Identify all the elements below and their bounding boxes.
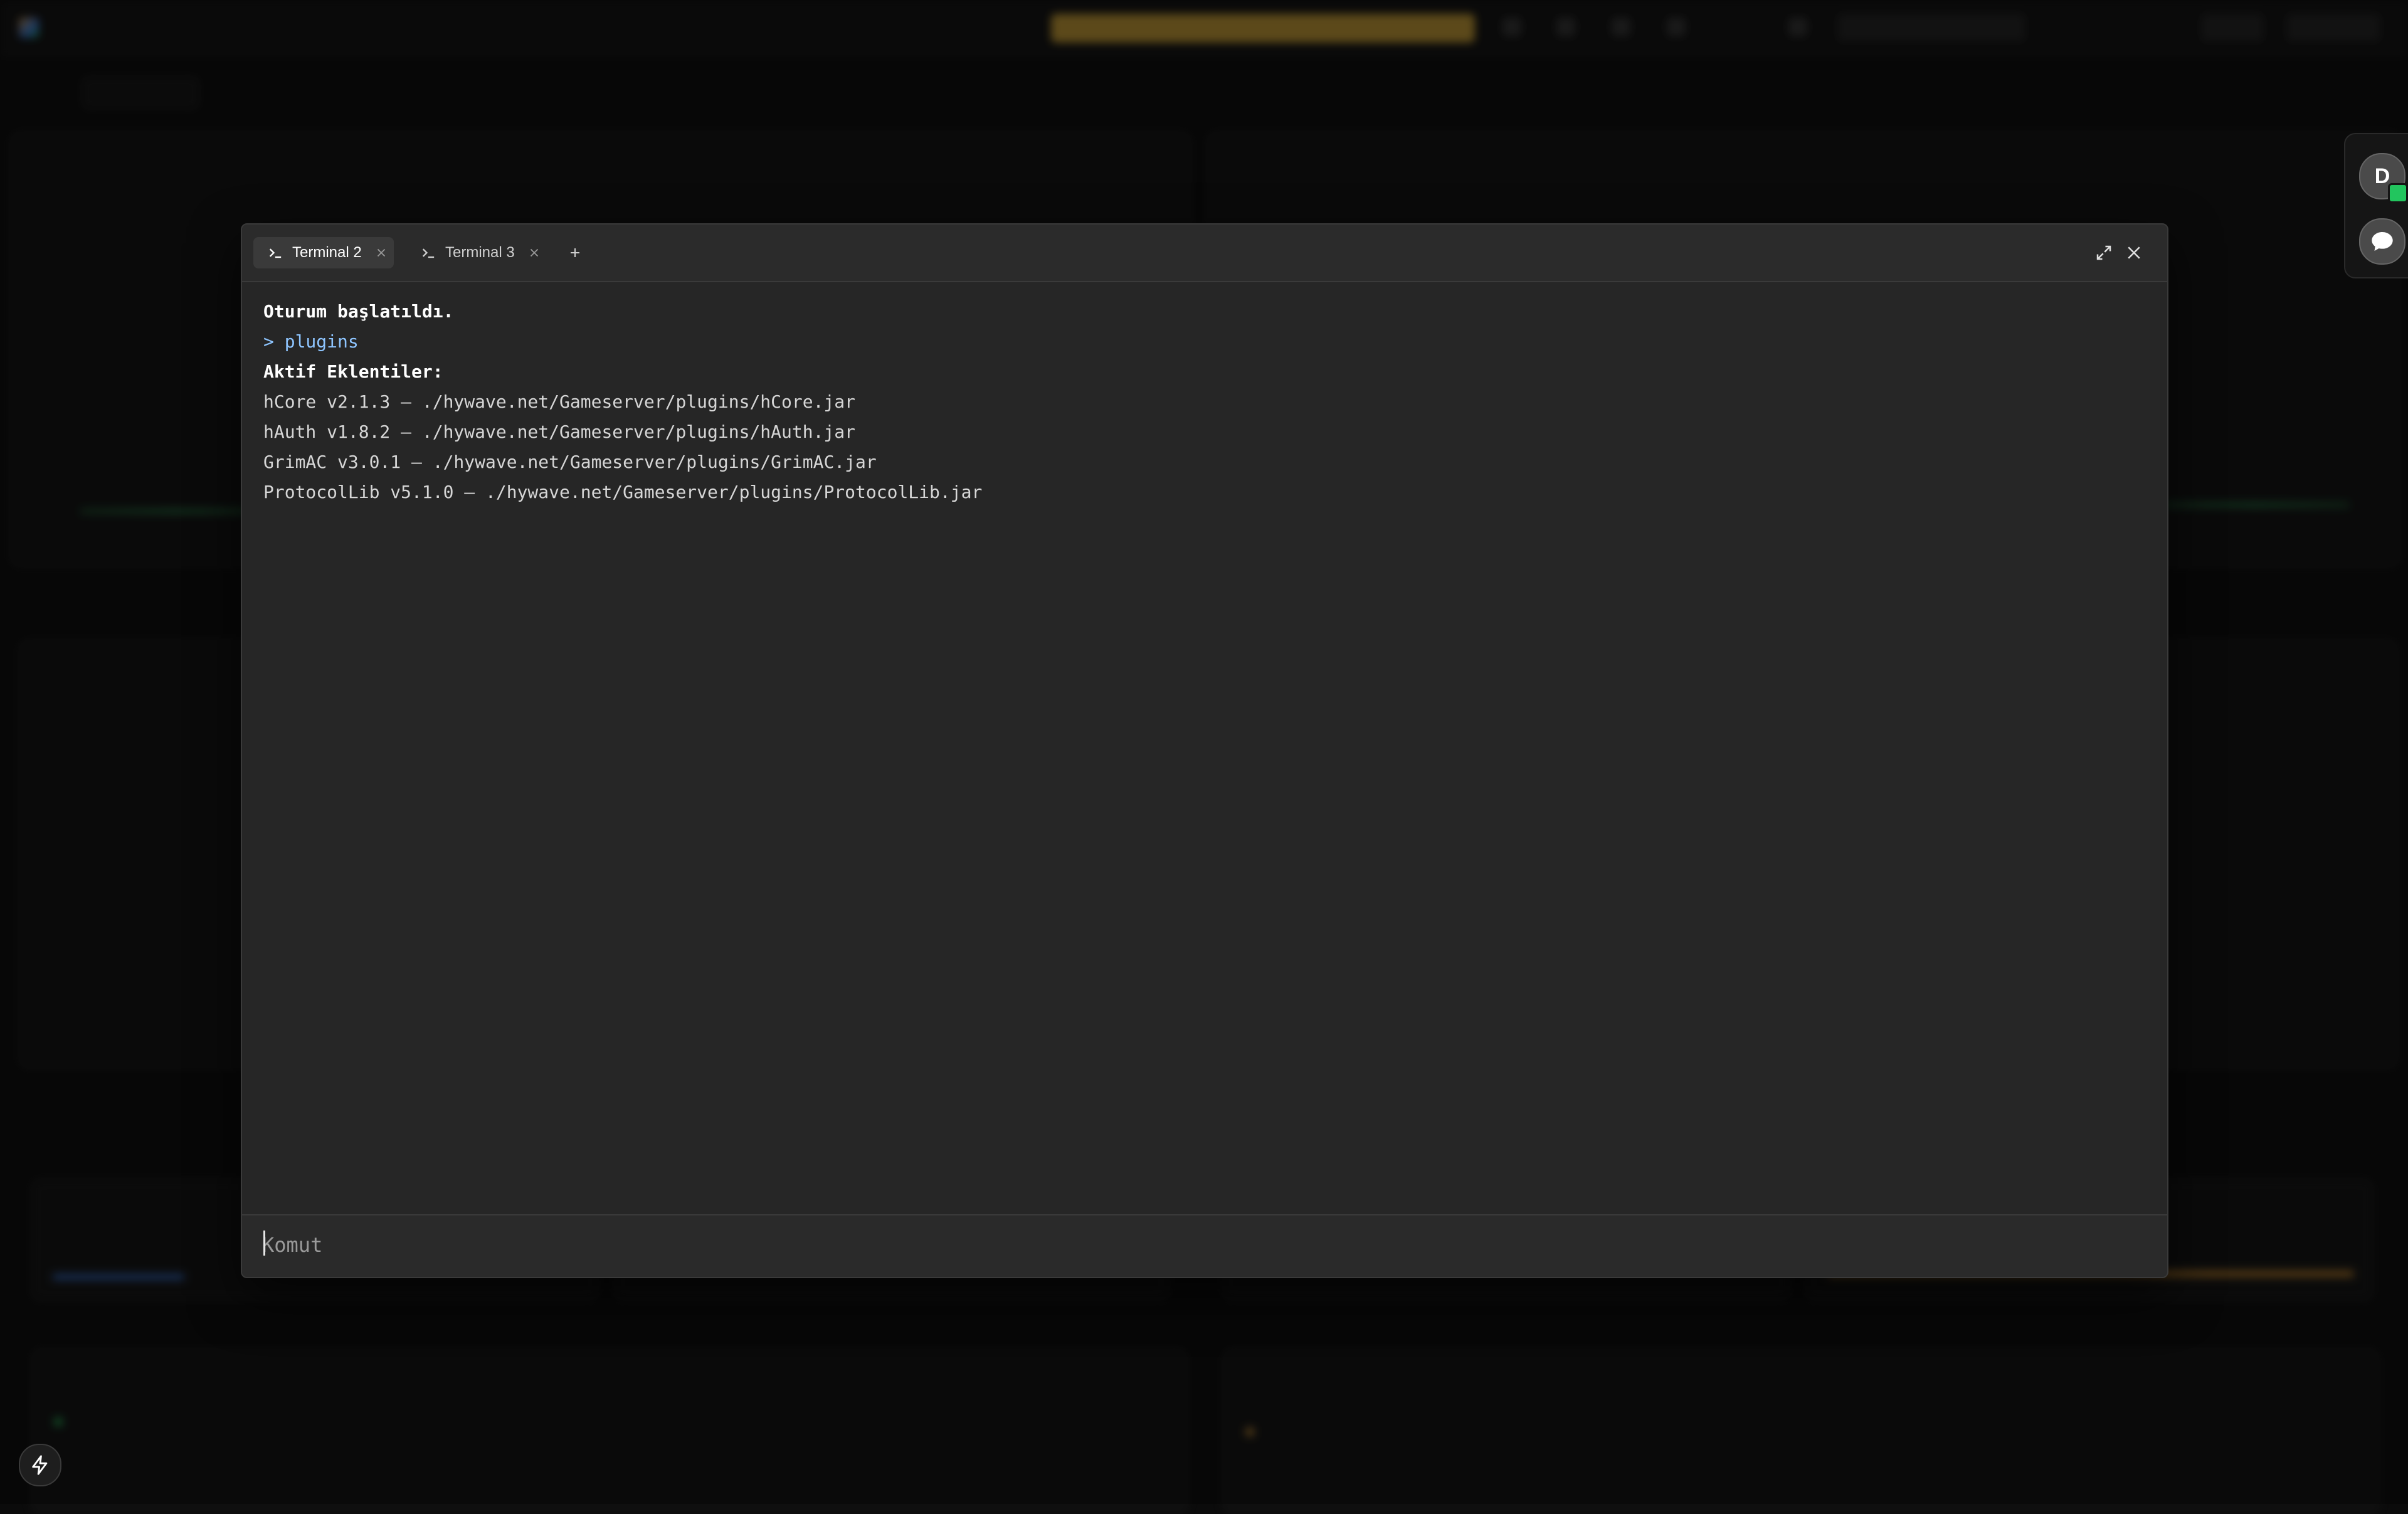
plus-icon — [571, 248, 579, 257]
terminal-prompt-icon — [269, 248, 282, 258]
tab-terminal-3[interactable]: Terminal 3 — [406, 237, 552, 268]
output-line: ProtocolLib v5.1.0 — ./hywave.net/Gamese… — [263, 482, 983, 502]
command-bar — [242, 1214, 2167, 1277]
output-line: Aktif Eklentiler: — [263, 361, 443, 382]
expand-button[interactable] — [2092, 241, 2116, 265]
output-line: Oturum başlatıldı. — [263, 301, 454, 322]
tab-label: Terminal 2 — [292, 244, 362, 261]
terminal-output: Oturum başlatıldı. > plugins Aktif Eklen… — [242, 282, 2167, 1277]
terminal-window: Terminal 2 Terminal 3 Oturum başlatıldı.… — [241, 223, 2168, 1278]
terminal-prompt-icon — [422, 248, 435, 258]
chat-button[interactable] — [2359, 218, 2405, 265]
tab-terminal-2[interactable]: Terminal 2 — [253, 237, 394, 268]
close-icon[interactable] — [527, 246, 541, 260]
lightning-icon — [32, 1455, 48, 1475]
quick-action-button[interactable] — [19, 1444, 61, 1486]
command-input[interactable] — [261, 1225, 2145, 1264]
chat-bubble-icon — [2372, 232, 2393, 251]
right-rail: D — [2344, 133, 2408, 278]
text-caret — [263, 1231, 265, 1256]
output-line: hCore v2.1.3 — ./hywave.net/Gameserver/p… — [263, 391, 856, 412]
close-icon — [2128, 246, 2140, 259]
close-icon[interactable] — [374, 246, 388, 260]
output-line: GrimAC v3.0.1 — ./hywave.net/Gameserver/… — [263, 452, 877, 472]
output-line: > plugins — [263, 331, 359, 352]
expand-icon — [2096, 245, 2111, 260]
close-terminal-button[interactable] — [2122, 241, 2146, 265]
online-badge-icon — [2388, 183, 2408, 203]
tab-label: Terminal 3 — [445, 244, 515, 261]
output-line: hAuth v1.8.2 — ./hywave.net/Gameserver/p… — [263, 421, 856, 442]
add-tab-button[interactable] — [563, 241, 587, 265]
terminal-tab-bar: Terminal 2 Terminal 3 — [242, 225, 2167, 282]
